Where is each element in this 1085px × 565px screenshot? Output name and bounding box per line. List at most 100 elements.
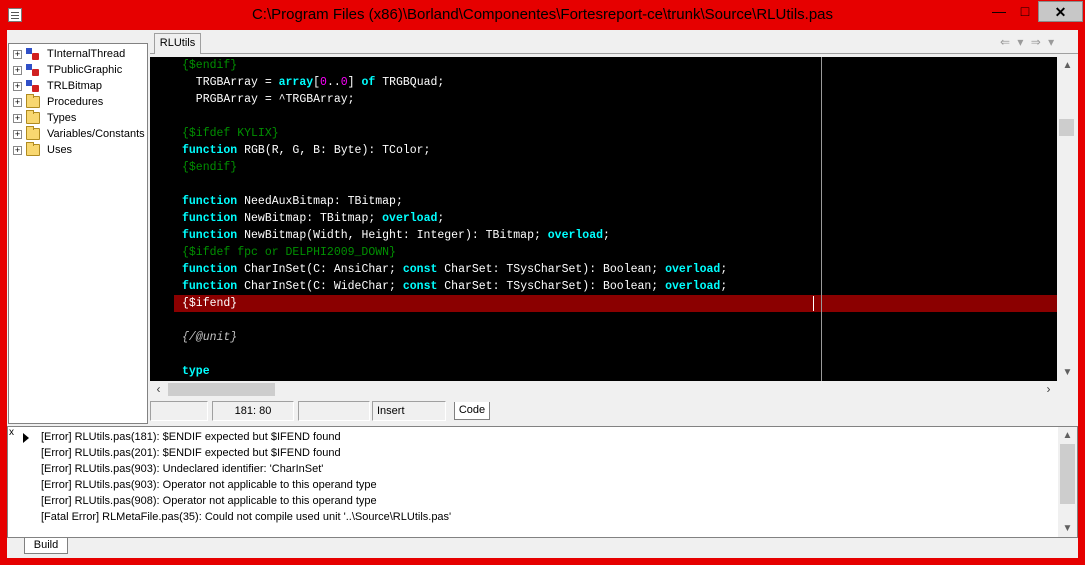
- tree-item[interactable]: + TInternalThread: [9, 46, 149, 62]
- code-line[interactable]: function CharInSet(C: WideChar; const Ch…: [182, 278, 727, 295]
- tree-item[interactable]: + Uses: [9, 142, 149, 158]
- tab-code[interactable]: Code: [454, 402, 490, 420]
- code-line[interactable]: {/@unit}: [182, 329, 237, 346]
- scroll-down-icon[interactable]: ▼: [1058, 520, 1077, 537]
- messages-vertical-scrollbar[interactable]: ▲ ▼: [1058, 427, 1077, 537]
- code-token: ..: [326, 76, 341, 89]
- status-panel-modified: [150, 401, 208, 421]
- maximize-button[interactable]: □: [1012, 1, 1038, 22]
- code-editor[interactable]: {$endif} TRGBArray = array[0..0] of TRGB…: [150, 57, 1057, 381]
- editor-horizontal-scrollbar[interactable]: ‹ ›: [150, 381, 1057, 398]
- code-token: CharInSet(C: WideChar;: [237, 280, 403, 293]
- code-line[interactable]: {$ifend}: [182, 295, 237, 312]
- hscroll-thumb[interactable]: [168, 383, 275, 396]
- tree-item[interactable]: + Procedures: [9, 94, 149, 110]
- class-icon: [26, 48, 40, 60]
- code-line[interactable]: {$endif}: [182, 57, 237, 74]
- code-token: function: [182, 229, 238, 242]
- folder-icon: [26, 94, 40, 108]
- minimize-button[interactable]: —: [986, 1, 1012, 22]
- code-line[interactable]: function CharInSet(C: AnsiChar; const Ch…: [182, 261, 727, 278]
- message-item[interactable]: [Error] RLUtils.pas(181): $ENDIF expecte…: [41, 429, 341, 445]
- code-line[interactable]: function NeedAuxBitmap: TBitmap;: [182, 193, 403, 210]
- expand-plus-icon[interactable]: +: [13, 98, 22, 107]
- code-token: function: [182, 263, 238, 276]
- code-token: {/@unit}: [182, 331, 238, 344]
- code-token: RGB(R, G, B: Byte): TColor;: [237, 144, 431, 157]
- close-button[interactable]: ✕: [1038, 1, 1083, 22]
- expand-plus-icon[interactable]: +: [13, 66, 22, 75]
- code-line[interactable]: function NewBitmap(Width, Height: Intege…: [182, 227, 610, 244]
- code-explorer-tree[interactable]: + TInternalThread + TPublicGraphic + TRLBitma…: [8, 43, 148, 424]
- title-bar: C:\Program Files (x86)\Borland\Component…: [0, 0, 1085, 30]
- code-line[interactable]: TRGBArray = array[0..0] of TRGBQuad;: [182, 74, 445, 91]
- code-token: overload: [382, 212, 438, 225]
- code-token: function: [182, 280, 238, 293]
- current-message-pointer-icon: [23, 433, 29, 443]
- message-item[interactable]: [Error] RLUtils.pas(903): Operator not a…: [41, 477, 377, 493]
- scroll-thumb[interactable]: [1059, 119, 1074, 136]
- editor-status-bar: 181: 80 Insert Code: [150, 401, 1078, 422]
- code-token: CharSet: TSysCharSet): Boolean;: [437, 263, 666, 276]
- scroll-up-icon[interactable]: ▲: [1057, 57, 1078, 74]
- navigation-arrows-icon[interactable]: ⇐ ▾ ⇒ ▾: [1000, 35, 1072, 49]
- tree-item[interactable]: + Types: [9, 110, 149, 126]
- scroll-up-icon[interactable]: ▲: [1058, 427, 1077, 444]
- code-token: 0: [340, 76, 348, 89]
- tab-rlutils[interactable]: RLUtils: [154, 33, 201, 54]
- code-token: function: [182, 195, 238, 208]
- expand-plus-icon[interactable]: +: [13, 146, 22, 155]
- code-token: TRGBArray =: [182, 76, 279, 89]
- code-token: ;: [603, 229, 610, 242]
- tree-item-label: TRLBitmap: [47, 80, 103, 92]
- message-item[interactable]: [Error] RLUtils.pas(908): Operator not a…: [41, 493, 377, 509]
- scroll-down-icon[interactable]: ▼: [1057, 364, 1078, 381]
- code-token: NewBitmap(Width, Height: Integer): TBitm…: [237, 229, 548, 242]
- code-token: CharInSet(C: AnsiChar;: [237, 263, 403, 276]
- code-line[interactable]: {$ifdef KYLIX}: [182, 125, 279, 142]
- scroll-thumb[interactable]: [1060, 444, 1075, 504]
- code-token: ;: [437, 212, 445, 225]
- code-token: NeedAuxBitmap: TBitmap;: [237, 195, 403, 208]
- window-title: C:\Program Files (x86)\Borland\Component…: [251, 6, 834, 23]
- expand-plus-icon[interactable]: +: [13, 82, 22, 91]
- code-token: TRGBQuad;: [375, 76, 445, 89]
- code-line[interactable]: type: [182, 363, 210, 380]
- tree-item-label: Types: [47, 112, 77, 124]
- expand-plus-icon[interactable]: +: [13, 130, 22, 139]
- message-item[interactable]: [Error] RLUtils.pas(903): Undeclared ide…: [41, 461, 323, 477]
- code-token: overload: [665, 263, 721, 276]
- code-line[interactable]: function NewBitmap: TBitmap; overload;: [182, 210, 444, 227]
- tree-item[interactable]: + TRLBitmap: [9, 78, 149, 94]
- expand-plus-icon[interactable]: +: [13, 50, 22, 59]
- tree-item[interactable]: + Variables/Constants: [9, 126, 149, 142]
- class-icon: [26, 80, 40, 92]
- tree-item-label: TPublicGraphic: [47, 64, 123, 76]
- right-margin-line: [821, 57, 822, 381]
- text-caret: [813, 296, 814, 311]
- code-token: function: [182, 212, 238, 225]
- cursor-position: 181: 80: [212, 401, 294, 421]
- code-line[interactable]: {$ifdef fpc or DELPHI2009_DOWN}: [182, 244, 396, 261]
- code-token: type: [182, 365, 210, 378]
- code-token: {$ifend}: [182, 297, 238, 310]
- code-token: CharSet: TSysCharSet): Boolean;: [437, 280, 666, 293]
- folder-icon: [26, 142, 40, 156]
- tree-item-label: TInternalThread: [47, 48, 126, 60]
- code-token: NewBitmap: TBitmap;: [237, 212, 383, 225]
- code-token: ]: [347, 76, 362, 89]
- scroll-right-icon[interactable]: ›: [1040, 381, 1057, 398]
- code-line[interactable]: function RGB(R, G, B: Byte): TColor;: [182, 142, 430, 159]
- code-token: overload: [547, 229, 603, 242]
- code-token: [: [313, 76, 321, 89]
- message-item[interactable]: [Fatal Error] RLMetaFile.pas(35): Could …: [41, 509, 451, 525]
- code-line[interactable]: {$endif}: [182, 159, 237, 176]
- tab-build[interactable]: Build: [24, 538, 68, 554]
- scroll-left-icon[interactable]: ‹: [150, 381, 167, 398]
- close-icon[interactable]: x: [9, 428, 21, 438]
- tree-item[interactable]: + TPublicGraphic: [9, 62, 149, 78]
- message-item[interactable]: [Error] RLUtils.pas(201): $ENDIF expecte…: [41, 445, 341, 461]
- code-line[interactable]: PRGBArray = ^TRGBArray;: [182, 91, 355, 108]
- editor-vertical-scrollbar[interactable]: ▲ ▼: [1057, 57, 1078, 381]
- expand-plus-icon[interactable]: +: [13, 114, 22, 123]
